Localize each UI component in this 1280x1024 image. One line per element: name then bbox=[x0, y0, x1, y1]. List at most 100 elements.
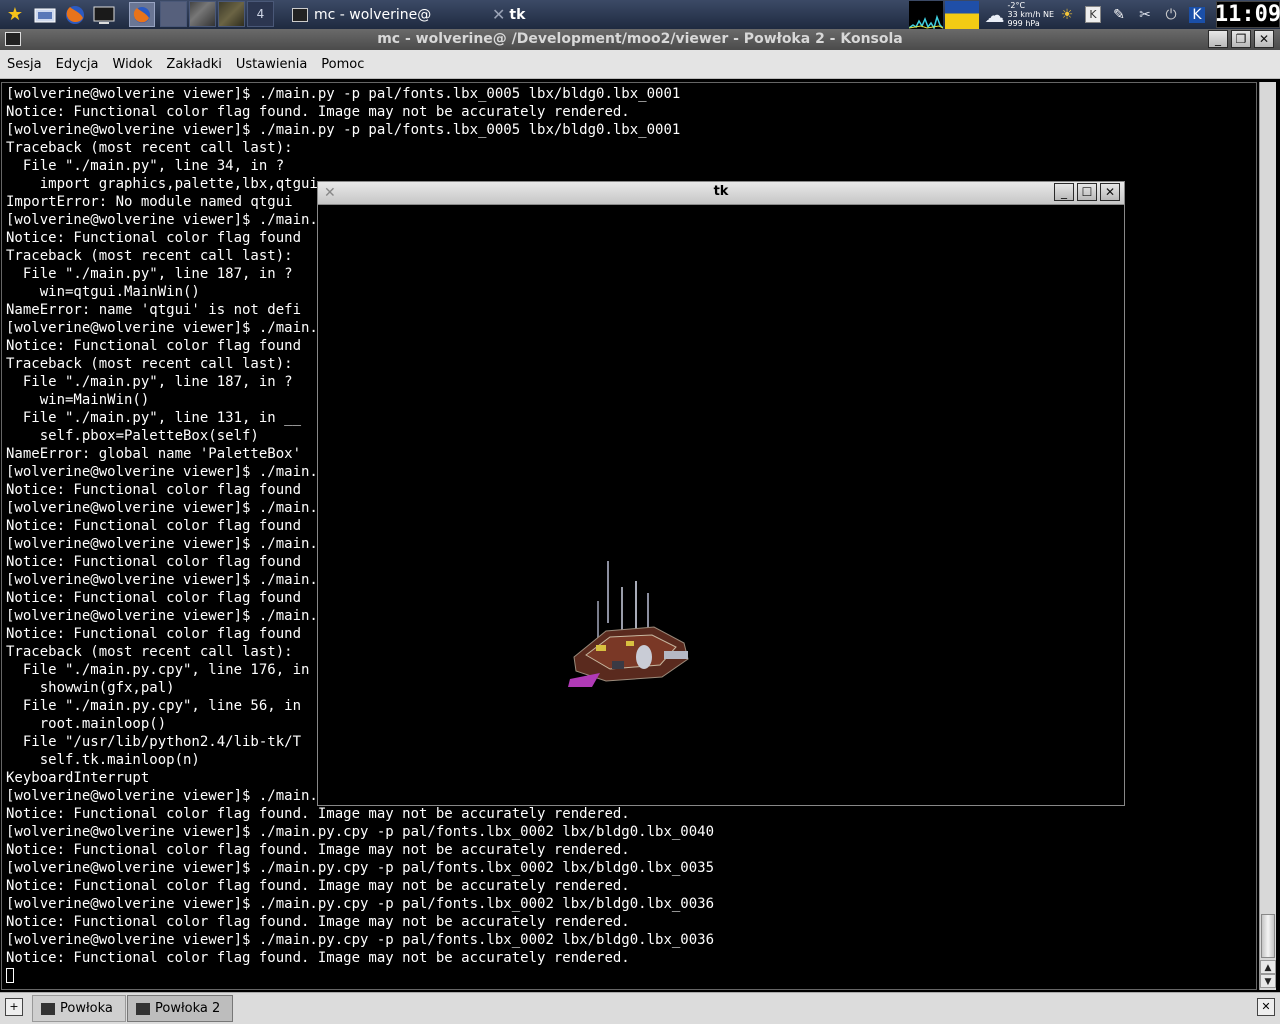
tk-canvas[interactable] bbox=[321, 205, 1121, 803]
terminal-line: Traceback (most recent call last): bbox=[6, 140, 293, 156]
konsole-titlebar[interactable]: mc - wolverine@ /Development/moo2/viewer… bbox=[0, 29, 1280, 50]
kde-wallet-icon[interactable]: K bbox=[1186, 4, 1208, 26]
terminal-line: [wolverine@wolverine viewer]$ ./main.py.… bbox=[6, 860, 715, 876]
terminal-line: Notice: Functional color flag found. Ima… bbox=[6, 842, 630, 858]
cpu-monitor-graph[interactable] bbox=[908, 0, 943, 29]
weather-temp: -2°C bbox=[1007, 1, 1026, 10]
terminal-line: Notice: Functional color flag found bbox=[6, 230, 302, 246]
terminal-line: [wolverine@wolverine viewer]$ ./main.py bbox=[6, 608, 335, 624]
kmenu-star-icon[interactable]: ★ bbox=[2, 2, 28, 27]
terminal-line: NameError: global name 'PaletteBox' bbox=[6, 446, 302, 462]
terminal-line: Traceback (most recent call last): bbox=[6, 248, 293, 264]
terminal-line: [wolverine@wolverine viewer]$ ./main.py bbox=[6, 536, 335, 552]
pager-desktop-4-label: 4 bbox=[256, 7, 265, 21]
tk-minimize-button[interactable]: _ bbox=[1054, 183, 1074, 201]
taskbar-item-tk[interactable]: ✕ tk bbox=[486, 2, 566, 27]
scrollbar-thumb[interactable] bbox=[1261, 914, 1275, 958]
terminal-line: File "/usr/lib/python2.4/lib-tk/T bbox=[22, 734, 302, 750]
maximize-button[interactable]: ❐ bbox=[1231, 30, 1251, 48]
firefox-task-icon[interactable] bbox=[129, 2, 155, 27]
pager-desktop-4[interactable]: 4 bbox=[247, 1, 274, 27]
scroll-up-icon[interactable]: ▲ bbox=[1260, 960, 1276, 974]
scroll-down-icon[interactable]: ▼ bbox=[1260, 974, 1276, 988]
terminal-line: [wolverine@wolverine viewer]$ ./main.py.… bbox=[6, 824, 715, 840]
terminal-line: [wolverine@wolverine viewer]$ ./main.py … bbox=[6, 122, 681, 138]
terminal-line: win=MainWin() bbox=[39, 392, 150, 408]
terminal-line: [wolverine@wolverine viewer]$ ./main.py bbox=[6, 464, 335, 480]
terminal-tab-icon bbox=[136, 1002, 150, 1015]
terminal-launcher-icon[interactable] bbox=[91, 2, 117, 27]
top-panel: ★ 4 mc - wolverine@ ✕ tk ☁ -2°C 33 km/h … bbox=[0, 0, 1280, 30]
menu-zakladki[interactable]: Zakładki bbox=[159, 57, 228, 72]
terminal-line: showwin(gfx,pal) bbox=[39, 680, 175, 696]
weather-pressure: 999 hPa bbox=[1007, 19, 1040, 28]
tab-powloka-label: Powłoka bbox=[60, 1001, 113, 1016]
tab-powloka[interactable]: Powłoka bbox=[32, 995, 126, 1022]
close-button[interactable]: ✕ bbox=[1254, 30, 1274, 48]
menu-edycja[interactable]: Edycja bbox=[49, 57, 106, 72]
launcher-desktop-icon[interactable] bbox=[32, 2, 58, 27]
tab-powloka-2[interactable]: Powłoka 2 bbox=[127, 995, 233, 1022]
terminal-line: Notice: Functional color flag found bbox=[6, 626, 302, 642]
menu-sesja[interactable]: Sesja bbox=[0, 57, 49, 72]
terminal-tab-icon bbox=[41, 1002, 55, 1015]
weather-widget[interactable]: ☁ -2°C 33 km/h NE 999 hPa bbox=[985, 1, 1055, 28]
tk-window[interactable]: ✕ tk _ ☐ ✕ bbox=[317, 181, 1125, 806]
tk-maximize-button[interactable]: ☐ bbox=[1077, 183, 1097, 201]
minimize-icon: _ bbox=[1215, 32, 1221, 46]
terminal-line: ImportError: No module named qtgui bbox=[6, 194, 293, 210]
pager-desktop-2[interactable] bbox=[189, 1, 216, 27]
system-tray: ☁ -2°C 33 km/h NE 999 hPa ☀ K ✎ ✂ ⏻ K 11… bbox=[908, 0, 1280, 29]
terminal-line: root.mainloop() bbox=[39, 716, 167, 732]
firefox-launcher-icon[interactable] bbox=[62, 2, 88, 27]
konsole-icon bbox=[292, 7, 308, 22]
terminal-line: File "./main.py", line 187, in ? bbox=[22, 374, 293, 390]
notes-icon[interactable]: ✎ bbox=[1108, 4, 1130, 26]
terminal-line: [wolverine@wolverine viewer]$ ./main.py … bbox=[6, 86, 681, 102]
menu-widok[interactable]: Widok bbox=[106, 57, 160, 72]
weather-wind: 33 km/h NE bbox=[1007, 10, 1055, 19]
tk-close-button[interactable]: ✕ bbox=[1100, 183, 1120, 201]
close-session-icon[interactable]: ✕ bbox=[1257, 998, 1275, 1016]
terminal-line: File "./main.py", line 34, in ? bbox=[22, 158, 285, 174]
pager-desktop-3[interactable] bbox=[218, 1, 245, 27]
terminal-line: Notice: Functional color flag found. Ima… bbox=[6, 878, 630, 894]
weather-cloud-icon: ☁ bbox=[984, 2, 1005, 27]
taskbar-item-konsole[interactable]: mc - wolverine@ bbox=[286, 2, 486, 27]
building-sprite-image bbox=[568, 561, 689, 687]
pager-desktop-1[interactable] bbox=[160, 1, 187, 27]
terminal-line: self.tk.mainloop(n) bbox=[39, 752, 200, 768]
terminal-line: NameError: name 'qtgui' is not defi bbox=[6, 302, 302, 318]
clock[interactable]: 11:09 bbox=[1215, 1, 1280, 28]
terminal-line: Notice: Functional color flag found bbox=[6, 482, 302, 498]
minimize-button[interactable]: _ bbox=[1208, 30, 1228, 48]
restore-icon: ❐ bbox=[1235, 32, 1247, 46]
power-icon[interactable]: ⏻ bbox=[1160, 4, 1182, 26]
taskbar-item-tk-label: tk bbox=[509, 6, 526, 23]
menu-pomoc[interactable]: Pomoc bbox=[314, 57, 371, 72]
new-session-icon[interactable]: + bbox=[5, 998, 23, 1016]
konsole-menubar: Sesja Edycja Widok Zakładki Ustawienia P… bbox=[0, 50, 1280, 79]
konsole-tabbar: + Powłoka Powłoka 2 ✕ bbox=[0, 992, 1280, 1024]
tools-icon[interactable]: ✂ bbox=[1134, 4, 1156, 26]
terminal-line: Traceback (most recent call last): bbox=[6, 644, 293, 660]
konsole-window-title: mc - wolverine@ /Development/moo2/viewer… bbox=[377, 31, 903, 47]
terminal-line: Notice: Functional color flag found. Ima… bbox=[6, 950, 630, 966]
sun-settings-icon[interactable]: ☀ bbox=[1056, 4, 1078, 26]
terminal-line: Notice: Functional color flag found. Ima… bbox=[6, 914, 630, 930]
terminal-cursor bbox=[6, 968, 14, 983]
tab-powloka-2-label: Powłoka 2 bbox=[155, 1001, 221, 1016]
klipper-icon[interactable]: K bbox=[1082, 4, 1104, 26]
terminal-scrollbar[interactable]: ▲ ▼ bbox=[1259, 82, 1276, 990]
menu-ustawienia[interactable]: Ustawienia bbox=[229, 57, 314, 72]
close-icon: ✕ bbox=[1104, 185, 1116, 199]
terminal-line: Notice: Functional color flag found. Ima… bbox=[6, 104, 630, 120]
desktop-pager: 4 bbox=[160, 1, 278, 28]
tk-titlebar[interactable]: ✕ tk _ ☐ ✕ bbox=[318, 182, 1124, 205]
keyboard-layout-flag-icon[interactable] bbox=[944, 0, 979, 29]
terminal-line: Notice: Functional color flag found bbox=[6, 338, 302, 354]
taskbar-item-konsole-label: mc - wolverine@ bbox=[314, 6, 432, 23]
terminal-line: [wolverine@wolverine viewer]$ ./main.py.… bbox=[6, 896, 715, 912]
terminal-line: Notice: Functional color flag found bbox=[6, 518, 302, 534]
terminal-line: [wolverine@wolverine viewer]$ ./main.py bbox=[6, 212, 335, 228]
